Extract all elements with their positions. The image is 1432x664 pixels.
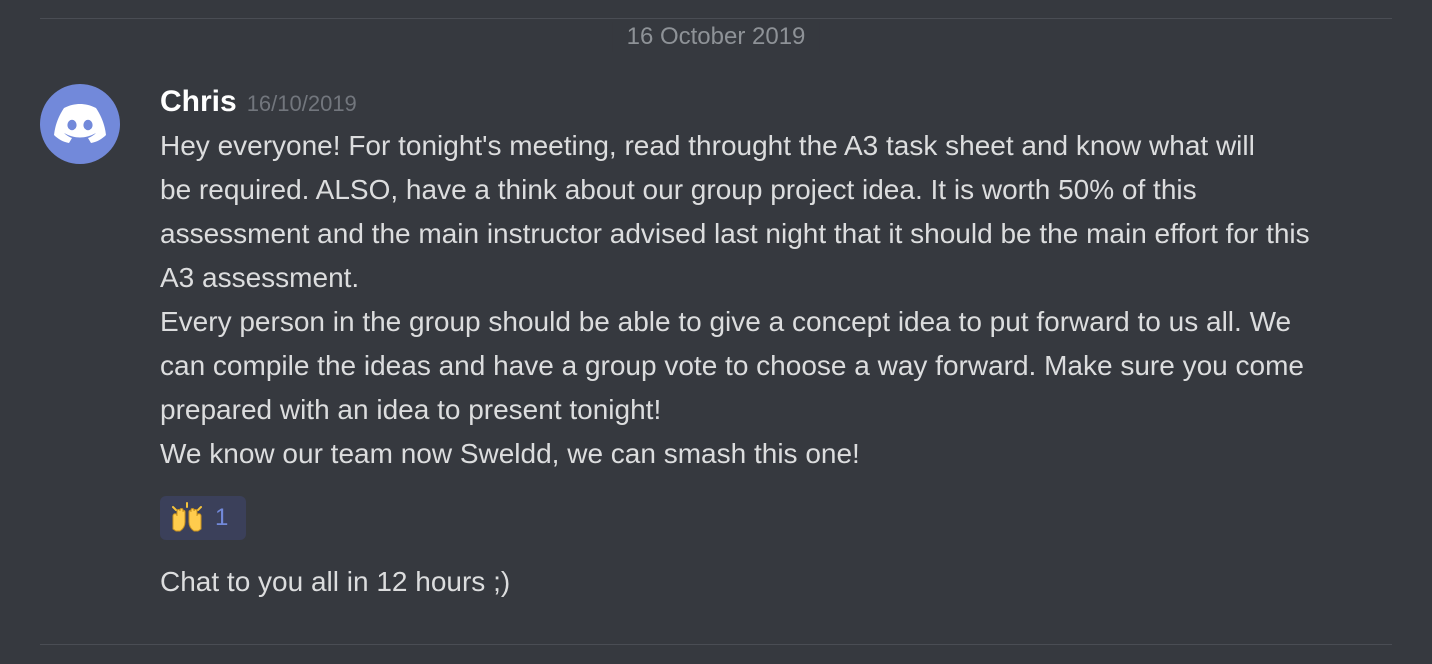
- message-line: We know our team now Sweldd, we can smas…: [160, 438, 860, 469]
- raised-hands-icon: [172, 502, 202, 532]
- message-line: Every person in the group should be able…: [160, 306, 1292, 337]
- reaction-button[interactable]: 1: [160, 496, 246, 540]
- chat-messages-pane: 16 October 2019 Chris 16/10/2019 Hey eve…: [0, 0, 1432, 664]
- message-line: A3 assessment.: [160, 262, 360, 293]
- message-line: can compile the ideas and have a group v…: [160, 350, 1304, 381]
- message-line: assessment and the main instructor advis…: [160, 218, 1310, 249]
- followup-message: Chat to you all in 12 hours ;): [160, 566, 511, 597]
- date-divider-label: 16 October 2019: [612, 22, 820, 52]
- user-avatar[interactable]: [40, 84, 120, 164]
- message-line: be required. ALSO, have a think about ou…: [160, 174, 1197, 205]
- message-line: Hey everyone! For tonight's meeting, rea…: [160, 130, 1255, 161]
- message-timestamp: 16/10/2019: [246, 91, 357, 116]
- reaction-count: 1: [215, 504, 229, 531]
- message-divider: [40, 644, 1392, 645]
- message-line: prepared with an idea to present tonight…: [160, 394, 662, 425]
- discord-logo-icon: [54, 104, 106, 143]
- message-header: Chris 16/10/2019: [160, 84, 357, 122]
- message-content: Hey everyone! For tonight's meeting, rea…: [160, 124, 1410, 476]
- date-divider: 16 October 2019: [40, 18, 1392, 52]
- username[interactable]: Chris: [160, 84, 237, 120]
